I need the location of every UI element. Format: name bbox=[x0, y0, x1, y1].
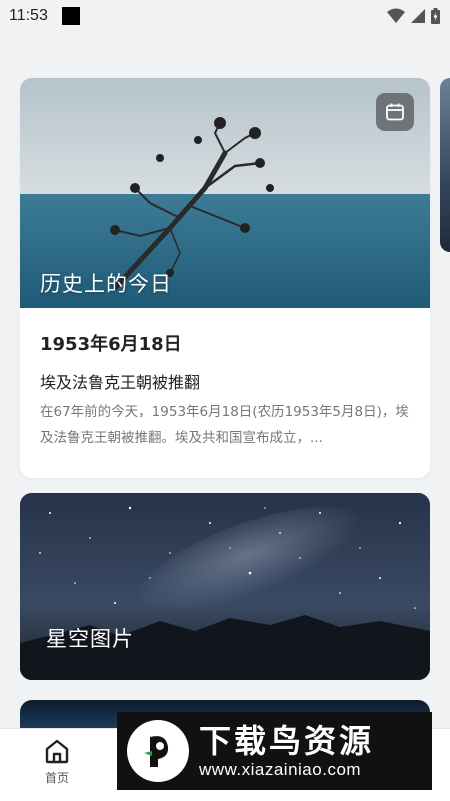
status-time: 11:53 bbox=[9, 7, 48, 24]
next-card-peek[interactable] bbox=[440, 78, 450, 252]
calendar-button[interactable] bbox=[376, 93, 414, 131]
status-bar: 11:53 bbox=[0, 0, 450, 32]
history-today-card[interactable]: 历史上的今日 1953年6月18日 埃及法鲁克王朝被推翻 在67年前的今天，19… bbox=[20, 78, 430, 478]
signal-icon bbox=[411, 9, 425, 23]
event-description: 在67年前的今天，1953年6月18日(农历1953年5月8日)，埃及法鲁克王朝… bbox=[40, 404, 409, 446]
battery-icon bbox=[431, 8, 440, 24]
event-title: 埃及法鲁克王朝被推翻 bbox=[40, 373, 201, 392]
watermark-url: www.xiazainiao.com bbox=[199, 760, 362, 779]
nav-home-label: 首页 bbox=[44, 771, 69, 785]
calendar-icon bbox=[386, 103, 404, 121]
event-date: 1953年6月18日 bbox=[40, 334, 182, 355]
starry-card-title: 星空图片 bbox=[46, 627, 134, 651]
watermark: 下载鸟资源 www.xiazainiao.com bbox=[117, 712, 432, 790]
wifi-icon bbox=[387, 8, 405, 23]
starry-sky-card[interactable]: 星空图片 bbox=[20, 493, 430, 680]
history-card-title: 历史上的今日 bbox=[40, 272, 172, 296]
nav-item-home[interactable]: 首页 bbox=[32, 737, 82, 797]
bird-logo-icon bbox=[127, 720, 189, 782]
home-icon bbox=[45, 739, 69, 764]
notification-icon bbox=[61, 7, 80, 25]
watermark-brand: 下载鸟资源 bbox=[199, 722, 375, 760]
